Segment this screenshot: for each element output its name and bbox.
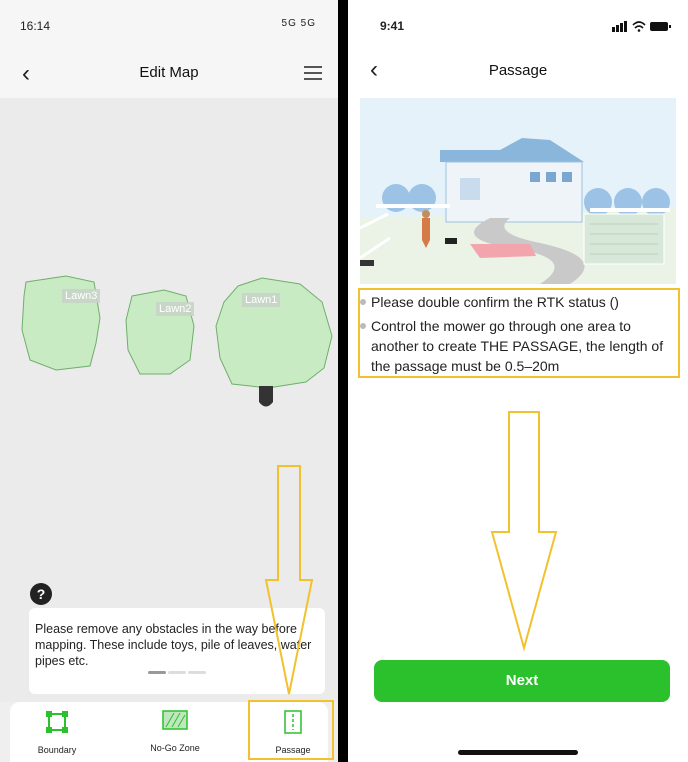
status-bar: 16:14 5G 5G (0, 0, 338, 50)
edit-map-screen: 16:14 5G 5G ‹ Edit Map Lawn3 Lawn2 Lawn1… (0, 0, 338, 762)
menu-icon[interactable] (304, 66, 322, 80)
mower-icon (259, 386, 273, 407)
boundary-label: Boundary (37, 745, 77, 755)
page-title: Edit Map (139, 64, 199, 81)
next-button[interactable]: Next (374, 660, 670, 702)
passage-highlight-box (248, 700, 334, 760)
passage-illustration (359, 98, 676, 284)
home-indicator (458, 750, 578, 755)
nav-bar: ‹ Edit Map (0, 50, 338, 98)
no-go-zone-tool[interactable]: No-Go Zone (140, 710, 210, 753)
boundary-tool[interactable]: Boundary (22, 710, 92, 755)
signal-battery-icons: 5G 5G (281, 18, 316, 29)
lawn-label-2: Lawn2 (156, 302, 195, 316)
status-time: 16:14 (20, 19, 51, 33)
page-title: Passage (488, 62, 548, 79)
lawn-label-3: Lawn3 (62, 289, 101, 303)
nav-bar: ‹ Passage (348, 50, 688, 98)
house-garden-illustration (359, 98, 676, 284)
no-go-zone-label: No-Go Zone (150, 743, 200, 753)
instruction-highlight-box (358, 288, 680, 378)
no-go-zone-icon (162, 710, 188, 730)
down-arrow-annotation (490, 411, 558, 652)
help-button[interactable]: ? (30, 583, 52, 605)
page-indicator (148, 661, 208, 679)
status-time: 9:41 (380, 19, 405, 33)
passage-screen: 9:41 ‹ Passage Please double confirm the… (348, 0, 688, 762)
signal-wifi-battery-icon (612, 21, 671, 32)
status-bar: 9:41 (348, 0, 688, 50)
lawn-label-1: Lawn1 (242, 293, 281, 307)
tip-card: Please remove any obstacles in the way b… (29, 608, 325, 694)
boundary-icon (46, 711, 68, 733)
